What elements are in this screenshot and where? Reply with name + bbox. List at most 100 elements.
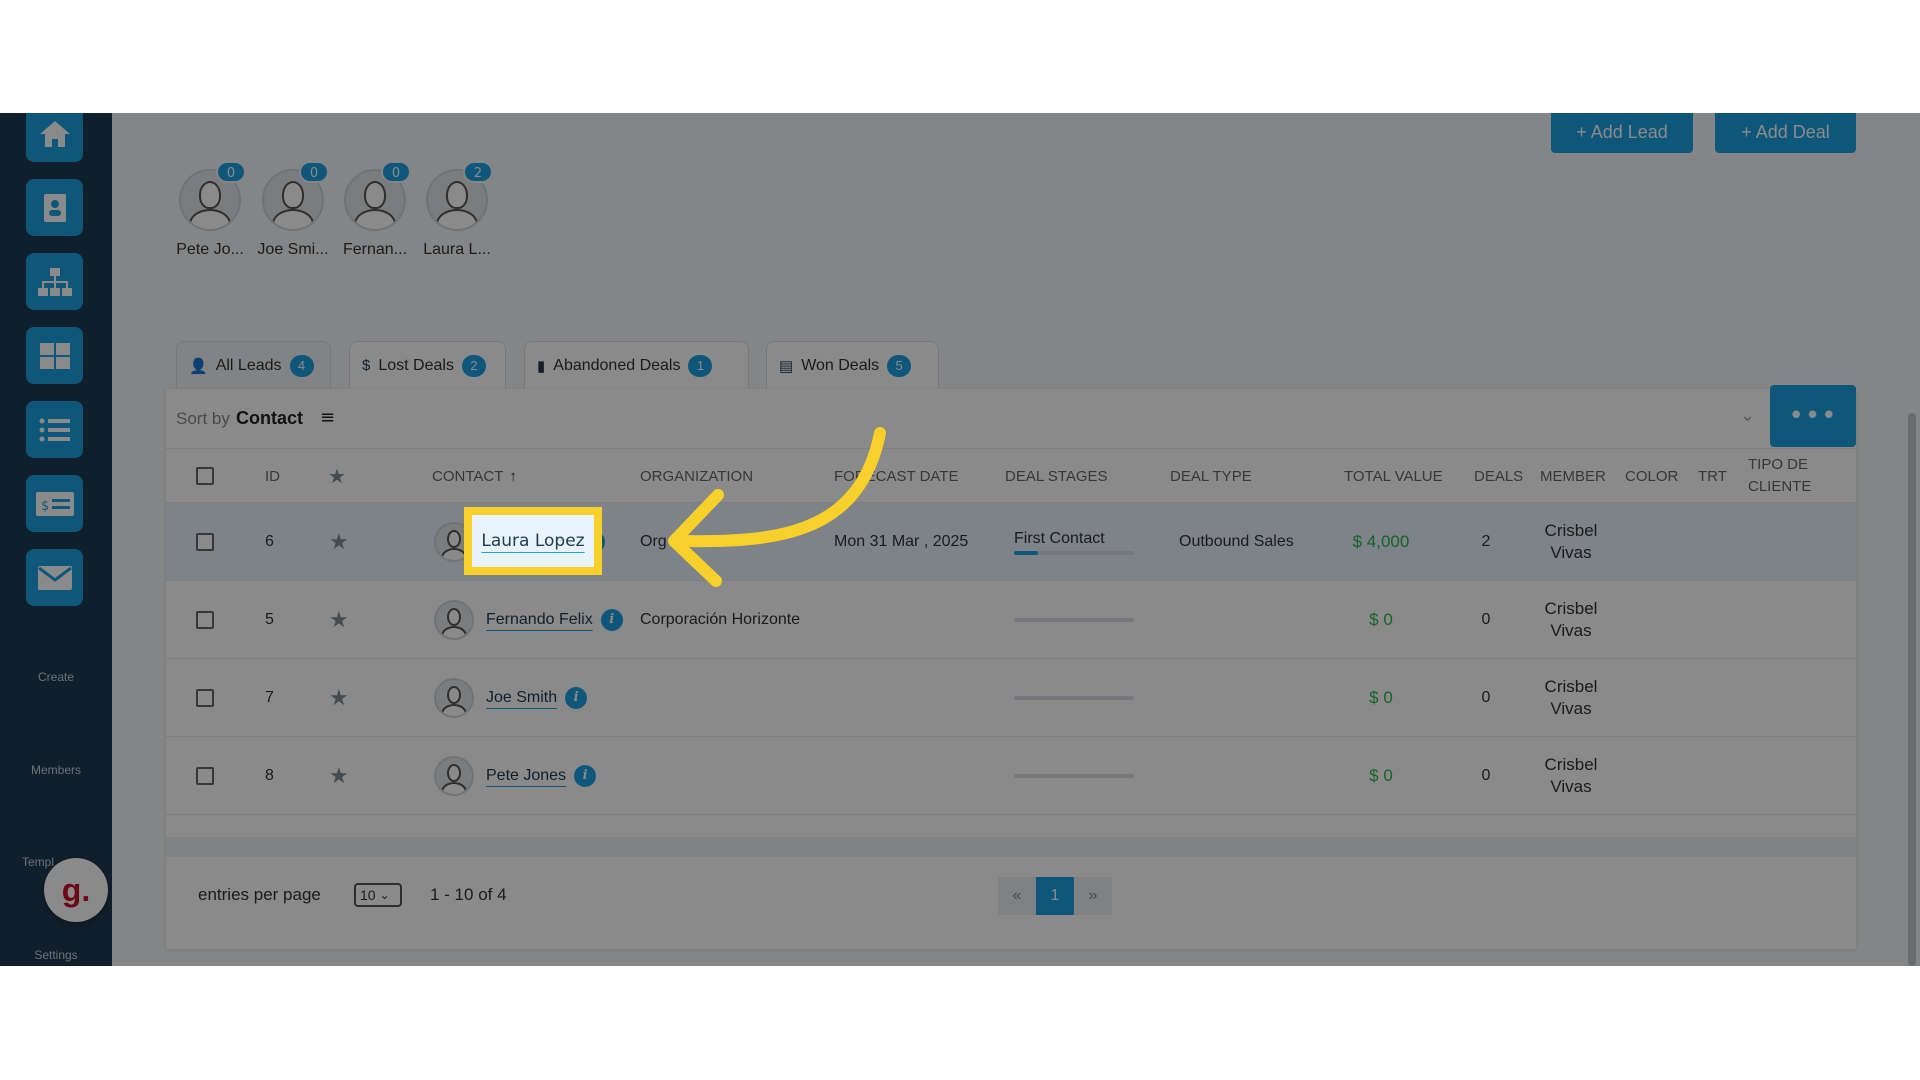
- column-deal-type[interactable]: DEAL TYPE: [1170, 449, 1252, 503]
- user-count-badge: 2: [463, 161, 493, 183]
- row-total-value: $ 0: [1369, 610, 1393, 629]
- user-filter-laura[interactable]: 2 Laura L...: [419, 161, 495, 259]
- tab-count-badge: 4: [289, 354, 314, 377]
- column-color[interactable]: COLOR: [1625, 449, 1678, 503]
- chevron-down-icon: ⌄: [379, 888, 390, 902]
- more-options-button[interactable]: •••: [1770, 385, 1856, 447]
- row-deals: 0: [1481, 767, 1491, 784]
- user-filter-fernando[interactable]: 0 Fernan...: [337, 161, 413, 259]
- info-icon[interactable]: i: [574, 765, 597, 787]
- table-row[interactable]: 7 ★ Joe Smith i $ 0 0 Crisbel Vivas: [166, 659, 1856, 737]
- select-all-checkbox[interactable]: [196, 467, 214, 485]
- row-checkbox[interactable]: [196, 611, 214, 629]
- contact-link[interactable]: Joe Smith: [486, 689, 557, 707]
- row-id: 8: [265, 767, 274, 784]
- row-member: Crisbel Vivas: [1526, 737, 1616, 815]
- tab-abandoned-deals[interactable]: ▮ Abandoned Deals 1: [524, 341, 749, 389]
- pagination-range: 1 - 10 of 4: [430, 885, 507, 904]
- member-first: Crisbel: [1544, 599, 1598, 618]
- deal-stage-progress: [1014, 774, 1134, 778]
- column-id[interactable]: ID: [265, 449, 280, 503]
- user-count-badge: 0: [299, 161, 329, 183]
- column-contact[interactable]: CONTACT ↑: [432, 449, 517, 503]
- column-forecast-date[interactable]: FORECAST DATE: [834, 449, 958, 503]
- sidebar-create-label[interactable]: Create: [0, 670, 112, 684]
- deal-stage[interactable]: [1014, 581, 1144, 659]
- star-icon[interactable]: ★: [329, 763, 349, 789]
- avatar: [434, 600, 474, 640]
- star-icon[interactable]: ★: [329, 685, 349, 711]
- table-scroll-band: [166, 837, 1856, 857]
- table-row[interactable]: 5 ★ Fernando Felix i Corporación Horizont…: [166, 581, 1856, 659]
- tab-lost-deals[interactable]: $ Lost Deals 2: [349, 341, 506, 389]
- tab-won-deals[interactable]: ▤ Won Deals 5: [766, 341, 939, 389]
- column-trt[interactable]: TRT: [1698, 449, 1727, 503]
- member-last: Vivas: [1550, 543, 1592, 562]
- deal-stage[interactable]: [1014, 659, 1144, 737]
- deal-stage[interactable]: First Contact: [1014, 503, 1144, 581]
- row-checkbox[interactable]: [196, 689, 214, 707]
- deal-stage-progress: [1014, 551, 1134, 555]
- app-logo-badge[interactable]: g.: [44, 858, 108, 922]
- page-scrollbar[interactable]: [1908, 413, 1916, 966]
- sidebar-settings-label[interactable]: Settings: [0, 948, 112, 962]
- dollar-icon: $: [362, 357, 371, 374]
- column-deal-stages[interactable]: DEAL STAGES: [1005, 449, 1108, 503]
- entries-per-page-select[interactable]: 10 ⌄: [354, 883, 402, 907]
- user-name: Fernan...: [342, 241, 408, 258]
- card-icon: ▤: [779, 357, 794, 375]
- tab-all-leads[interactable]: 👤 All Leads 4: [176, 341, 331, 389]
- highlighted-contact-link[interactable]: Laura Lopez: [481, 531, 584, 551]
- row-id: 6: [265, 533, 274, 550]
- contact-card-icon[interactable]: [26, 179, 83, 236]
- sort-direction-icon[interactable]: ≡: [320, 407, 335, 428]
- user-name: Joe Smi...: [257, 241, 329, 258]
- row-id: 7: [265, 689, 274, 706]
- star-icon[interactable]: ★: [328, 449, 346, 503]
- star-icon[interactable]: ★: [329, 607, 349, 633]
- sidebar-members-label[interactable]: Members: [0, 763, 112, 777]
- table-row[interactable]: 6 ★ Laura Lopezi Org Mon 31 Mar , 2025 F…: [166, 503, 1856, 581]
- list-icon[interactable]: [26, 401, 83, 458]
- column-organization[interactable]: ORGANIZATION: [640, 449, 753, 503]
- row-deals: 0: [1481, 611, 1491, 628]
- add-lead-button[interactable]: + Add Lead: [1551, 113, 1693, 153]
- contact-link[interactable]: Pete Jones: [486, 767, 566, 785]
- member-last: Vivas: [1550, 621, 1592, 640]
- member-last: Vivas: [1550, 777, 1592, 796]
- contact-link[interactable]: Fernando Felix: [486, 611, 593, 629]
- org-chart-icon[interactable]: [26, 253, 83, 310]
- info-icon[interactable]: i: [600, 609, 623, 631]
- star-icon[interactable]: ★: [329, 529, 349, 555]
- deal-stage-progress: [1014, 696, 1134, 700]
- chevron-down-icon[interactable]: ⌄: [1740, 405, 1755, 426]
- prev-page-button[interactable]: «: [998, 877, 1036, 915]
- user-filter-joe[interactable]: 0 Joe Smi...: [255, 161, 331, 259]
- tab-label: All Leads: [215, 356, 282, 374]
- info-icon[interactable]: i: [565, 687, 588, 709]
- user-count-badge: 0: [216, 161, 246, 183]
- mail-icon[interactable]: [26, 549, 83, 606]
- deal-stage[interactable]: [1014, 737, 1144, 815]
- column-tipo-de-cliente[interactable]: TIPO DE CLIENTE: [1748, 449, 1811, 503]
- user-name: Pete Jo...: [176, 241, 244, 258]
- home-icon[interactable]: [26, 113, 83, 162]
- page-button-current[interactable]: 1: [1036, 877, 1074, 915]
- grid-icon[interactable]: [26, 327, 83, 384]
- add-deal-button[interactable]: + Add Deal: [1715, 113, 1856, 153]
- next-page-button[interactable]: »: [1074, 877, 1112, 915]
- column-member[interactable]: MEMBER: [1540, 449, 1606, 503]
- user-name: Laura L...: [423, 241, 491, 258]
- sort-prefix: Sort by: [176, 409, 230, 428]
- row-checkbox[interactable]: [196, 767, 214, 785]
- user-filter-pete[interactable]: 0 Pete Jo...: [172, 161, 248, 259]
- invoice-icon[interactable]: $: [26, 475, 83, 532]
- column-total-value[interactable]: TOTAL VALUE: [1344, 449, 1443, 503]
- row-checkbox[interactable]: [196, 533, 214, 551]
- highlight-box[interactable]: Laura Lopez: [464, 507, 602, 575]
- row-deals: 2: [1481, 533, 1491, 550]
- app-frame: $ Create Members Templ Settings g. + Add…: [0, 113, 1920, 966]
- table-row[interactable]: 8 ★ Pete Jones i $ 0 0 Crisbel Vivas: [166, 737, 1856, 815]
- sort-field[interactable]: Contact: [236, 408, 303, 429]
- column-deals[interactable]: DEALS: [1474, 449, 1523, 503]
